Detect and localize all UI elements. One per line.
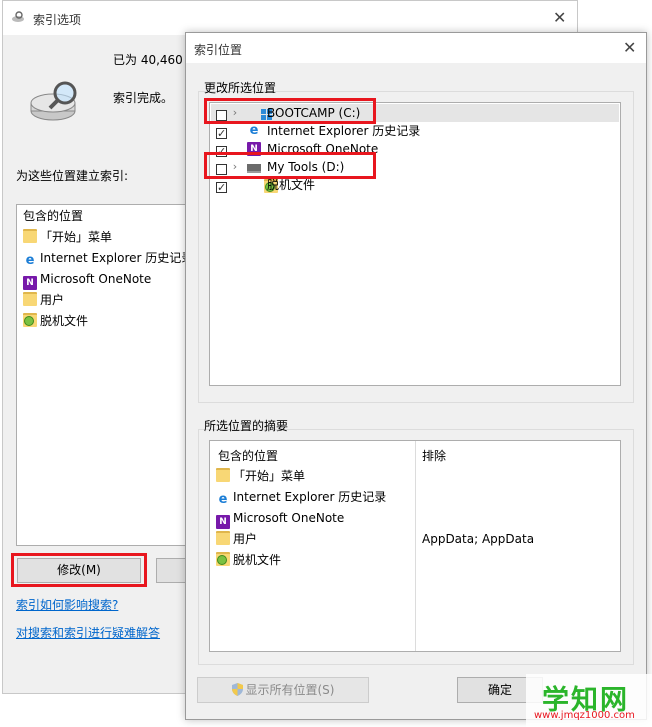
list-item[interactable]: N Microsoft OneNote — [17, 269, 188, 290]
index-locations-label: 为这些位置建立索引: — [16, 169, 129, 183]
offline-files-checkbox[interactable] — [216, 179, 227, 197]
troubleshoot-link[interactable]: 对搜索和索引进行疑难解答 — [16, 624, 160, 641]
summary-row[interactable]: N Microsoft OneNote — [216, 508, 616, 529]
list-item[interactable]: 用户 — [17, 290, 188, 311]
search-settings-icon — [11, 11, 25, 23]
offline-files-icon — [216, 552, 230, 566]
indexing-drive-icon — [29, 75, 89, 125]
change-locations-label: 更改所选位置 — [204, 81, 277, 95]
folder-icon — [23, 229, 37, 243]
tree-item-label: Internet Explorer 历史记录 — [267, 124, 421, 138]
indexing-options-titlebar: 索引选项 ✕ — [3, 1, 577, 35]
ie-history-checkbox[interactable] — [216, 125, 227, 143]
index-affect-search-link[interactable]: 索引如何影响搜索? — [16, 596, 118, 613]
show-all-locations-button[interactable]: 显示所有位置(S) — [197, 677, 369, 703]
indexed-locations-dialog: 索引位置 ✕ 更改所选位置 › BOOTCAMP (C:) e Internet… — [185, 32, 647, 720]
summary-label: 所选位置的摘要 — [204, 419, 289, 433]
list-item[interactable]: e Internet Explorer 历史记录 — [17, 248, 194, 269]
modify-button[interactable]: 修改(M) — [17, 558, 141, 583]
offline-files-icon — [23, 313, 37, 327]
shield-icon — [231, 680, 243, 696]
summary-row[interactable]: 脱机文件 — [216, 550, 616, 571]
folder-icon — [23, 292, 37, 306]
summary-header-excluded: 排除 — [422, 449, 447, 463]
my-tools-highlight — [204, 152, 376, 179]
included-locations-list[interactable]: 包含的位置 「开始」菜单 e Internet Explorer 历史记录 N Mi… — [16, 204, 194, 546]
folder-icon — [216, 531, 230, 545]
tree-item-ie-history[interactable]: e Internet Explorer 历史记录 — [211, 122, 619, 143]
summary-excluded-value: AppData; AppData — [422, 532, 535, 546]
summary-row[interactable]: 「开始」菜单 — [216, 466, 616, 487]
watermark: 学知网 www.jmqz1000.com — [526, 674, 652, 727]
summary-row[interactable]: 用户 AppData; AppData — [216, 529, 616, 550]
onenote-icon: N — [23, 276, 37, 290]
summary-header-included: 包含的位置 — [218, 449, 279, 463]
folder-icon — [216, 468, 230, 482]
indexing-options-title: 索引选项 — [33, 13, 82, 27]
ie-icon: e — [218, 492, 228, 507]
list-item[interactable]: 脱机文件 — [17, 311, 188, 332]
summary-list[interactable]: 包含的位置 排除 「开始」菜单 e Internet Explorer 历史记录 … — [209, 440, 621, 652]
watermark-url: www.jmqz1000.com — [534, 710, 635, 721]
list-item[interactable]: 「开始」菜单 — [17, 227, 188, 248]
indexed-count-text: 已为 40,460 — [113, 53, 183, 67]
bootcamp-highlight — [204, 98, 376, 124]
location-tree[interactable]: › BOOTCAMP (C:) e Internet Explorer 历史记录… — [209, 102, 621, 386]
index-status-text: 索引完成。 — [113, 91, 174, 105]
summary-row[interactable]: e Internet Explorer 历史记录 — [216, 487, 616, 508]
close-icon[interactable]: ✕ — [623, 40, 636, 56]
indexed-locations-titlebar: 索引位置 ✕ — [186, 33, 646, 63]
ie-icon: e — [249, 123, 259, 138]
list-header: 包含的位置 — [23, 209, 84, 223]
onenote-icon: N — [216, 515, 230, 529]
indexed-locations-title: 索引位置 — [194, 43, 243, 57]
close-icon[interactable]: ✕ — [553, 10, 566, 26]
ie-icon: e — [25, 253, 35, 268]
